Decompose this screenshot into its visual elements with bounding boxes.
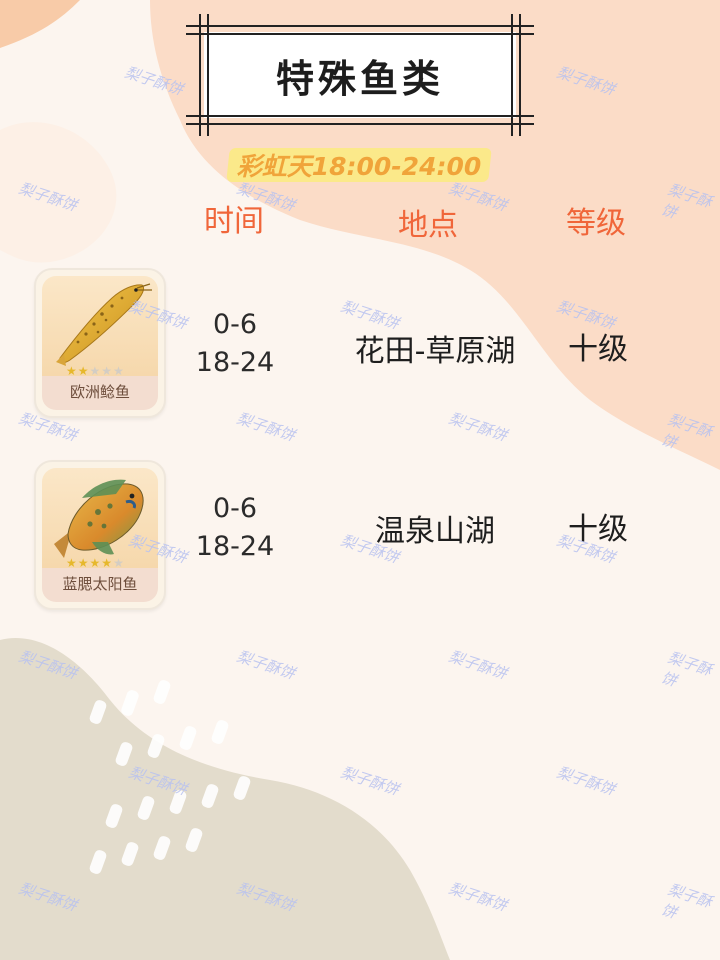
header-level: 等级 [566,206,626,241]
header-place: 地点 [398,208,458,243]
star-empty-icon: ★ [113,556,125,570]
time-range-1: 0-6 [212,309,258,340]
catfish-icon [56,283,152,366]
fish-name: 蓝腮太阳鱼 [62,575,138,593]
fish-row: ★★★★★ 欧洲鲶鱼 0-6 18-24 花田-草原湖 十级 [0,268,720,418]
star-filled-icon: ★ [77,556,90,570]
star-filled-icon: ★ [101,556,114,570]
star-rating: ★★★★★ [66,556,125,570]
star-empty-icon: ★ [101,364,114,378]
location: 花田-草原湖 [354,334,516,369]
star-filled-icon: ★ [66,556,78,570]
fish-name: 欧洲鲶鱼 [69,383,130,401]
time-range-1: 0-6 [212,493,258,524]
star-filled-icon: ★ [89,556,102,570]
level: 十级 [568,332,628,367]
page-title: 特殊鱼类 [275,56,444,101]
star-empty-icon: ★ [113,364,125,378]
time-range-2: 18-24 [195,347,275,378]
time-range-2: 18-24 [195,531,275,562]
time-range: 0-6 18-24 [190,306,280,382]
subtitle-banner: 彩虹天18:00-24:00 [226,146,492,184]
subtitle-text: 彩虹天18:00-24:00 [236,152,482,181]
fish-card: ★★★★★ 欧洲鲶鱼 [34,268,166,418]
time-range: 0-6 18-24 [190,490,280,566]
star-filled-icon: ★ [66,364,78,378]
star-filled-icon: ★ [77,364,90,378]
star-empty-icon: ★ [89,364,102,378]
star-rating: ★★★★★ [66,364,125,378]
